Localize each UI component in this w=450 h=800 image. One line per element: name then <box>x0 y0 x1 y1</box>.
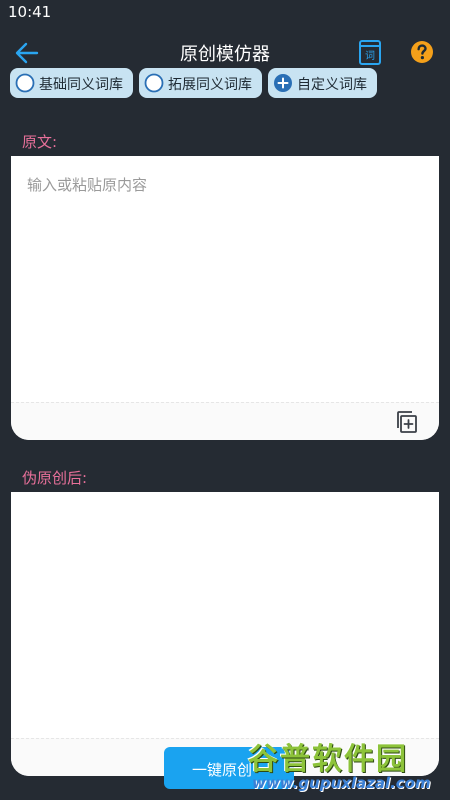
watermark-title: 谷普软件园 <box>248 742 408 777</box>
source-label: 原文: <box>22 133 58 151</box>
svg-text:词: 词 <box>365 50 375 62</box>
dictionary-book-icon: 词 <box>359 40 381 65</box>
chip-extended-synonyms[interactable]: 拓展同义词库 <box>139 68 262 98</box>
watermark-url: www.gupuxlazal.com <box>252 774 431 792</box>
radio-empty-icon <box>15 73 35 93</box>
chip-label: 拓展同义词库 <box>168 77 252 93</box>
result-text-output[interactable] <box>11 492 439 738</box>
question-mark-icon <box>411 41 433 63</box>
result-label: 伪原创后: <box>22 469 88 487</box>
primary-button-label: 一键原创 <box>192 761 253 779</box>
source-text-input[interactable]: 输入或粘贴原内容 <box>11 156 439 402</box>
radio-empty-icon <box>144 73 164 93</box>
chip-label: 自定义词库 <box>297 77 367 93</box>
chip-label: 基础同义词库 <box>39 77 123 93</box>
source-placeholder: 输入或粘贴原内容 <box>27 176 148 194</box>
status-bar: 10:41 <box>0 0 450 26</box>
source-card-footer <box>11 402 439 440</box>
plus-circle-icon <box>274 74 292 92</box>
paste-add-icon <box>397 411 417 433</box>
dictionary-button[interactable]: 词 <box>357 38 383 66</box>
site-watermark: 谷普软件园 www.gupuxlazal.com <box>244 730 444 800</box>
help-button[interactable] <box>410 40 434 64</box>
source-card: 输入或粘贴原内容 <box>11 156 439 440</box>
chip-custom-library[interactable]: 自定义词库 <box>268 68 377 98</box>
paste-button[interactable] <box>393 409 419 435</box>
chip-basic-synonyms[interactable]: 基础同义词库 <box>10 68 133 98</box>
status-time: 10:41 <box>8 3 52 21</box>
